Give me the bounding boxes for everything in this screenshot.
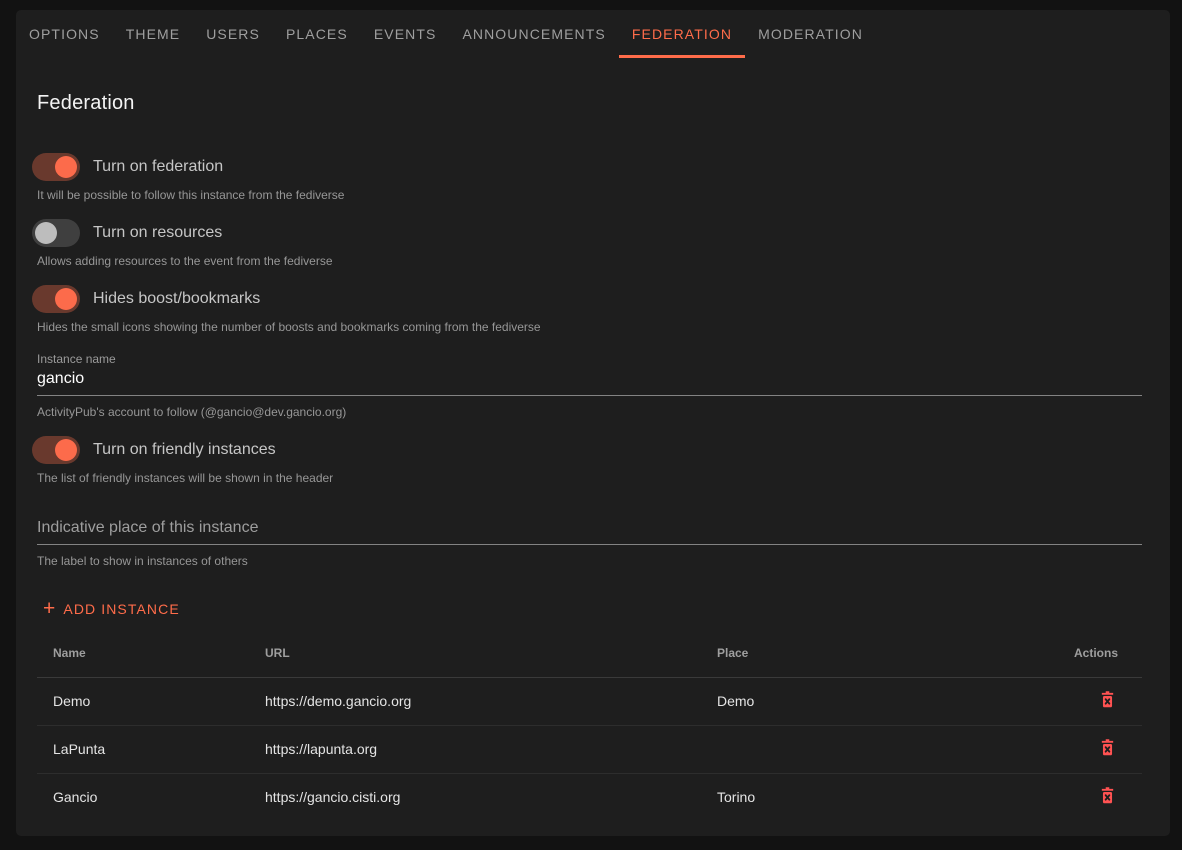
- cell-name: LaPunta: [37, 725, 249, 773]
- tab-users[interactable]: USERS: [193, 10, 273, 58]
- friendly-instances-table: Name URL Place Actions Demo https://demo…: [37, 629, 1142, 821]
- cell-name: Demo: [37, 677, 249, 725]
- tab-theme[interactable]: THEME: [113, 10, 194, 58]
- friendly-instances-toggle[interactable]: [32, 436, 80, 464]
- trash-icon: [1099, 691, 1116, 710]
- cell-place: Torino: [701, 773, 1047, 821]
- tab-events[interactable]: EVENTS: [361, 10, 450, 58]
- tab-options[interactable]: OPTIONS: [16, 10, 113, 58]
- delete-instance-button[interactable]: [1097, 689, 1118, 712]
- setting-label: Turn on federation: [93, 158, 223, 176]
- setting-turn-on-resources: Turn on resources Allows adding resource…: [37, 219, 1142, 269]
- setting-turn-on-federation: Turn on federation It will be possible t…: [37, 153, 1142, 203]
- federation-settings-panel: Federation Turn on federation It will be…: [16, 92, 1170, 836]
- cell-url: https://gancio.cisti.org: [249, 773, 701, 821]
- resources-toggle[interactable]: [32, 219, 80, 247]
- page-title: Federation: [37, 92, 1142, 115]
- add-instance-button[interactable]: ADD INSTANCE: [37, 597, 186, 621]
- instance-place-input[interactable]: [37, 516, 1142, 545]
- trash-icon: [1099, 739, 1116, 758]
- tab-announcements[interactable]: ANNOUNCEMENTS: [449, 10, 618, 58]
- setting-label: Hides boost/bookmarks: [93, 290, 260, 308]
- setting-label: Turn on resources: [93, 224, 222, 242]
- column-header-name: Name: [37, 629, 249, 677]
- delete-instance-button[interactable]: [1097, 785, 1118, 808]
- column-header-actions: Actions: [1047, 629, 1142, 677]
- setting-hint: Allows adding resources to the event fro…: [37, 253, 1142, 269]
- table-row: LaPunta https://lapunta.org: [37, 725, 1142, 773]
- cell-place: [701, 725, 1047, 773]
- table-row: Demo https://demo.gancio.org Demo: [37, 677, 1142, 725]
- tab-moderation[interactable]: MODERATION: [745, 10, 876, 58]
- tab-places[interactable]: PLACES: [273, 10, 361, 58]
- admin-panel-card: OPTIONS THEME USERS PLACES EVENTS ANNOUN…: [16, 10, 1170, 836]
- instance-name-hint: ActivityPub's account to follow (@gancio…: [37, 404, 1142, 420]
- instance-place-hint: The label to show in instances of others: [37, 553, 1142, 569]
- table-header-row: Name URL Place Actions: [37, 629, 1142, 677]
- toggle-thumb: [35, 222, 57, 244]
- cell-url: https://lapunta.org: [249, 725, 701, 773]
- cell-url: https://demo.gancio.org: [249, 677, 701, 725]
- column-header-url: URL: [249, 629, 701, 677]
- add-instance-label: ADD INSTANCE: [63, 601, 179, 617]
- setting-friendly-instances: Turn on friendly instances The list of f…: [37, 436, 1142, 486]
- hide-boost-toggle[interactable]: [32, 285, 80, 313]
- table-row: Gancio https://gancio.cisti.org Torino: [37, 773, 1142, 821]
- plus-icon: [43, 602, 56, 616]
- delete-instance-button[interactable]: [1097, 737, 1118, 760]
- toggle-thumb: [55, 156, 77, 178]
- tab-federation[interactable]: FEDERATION: [619, 10, 745, 58]
- cell-place: Demo: [701, 677, 1047, 725]
- instance-name-label: Instance name: [37, 351, 1142, 367]
- trash-icon: [1099, 787, 1116, 806]
- cell-name: Gancio: [37, 773, 249, 821]
- setting-hint: It will be possible to follow this insta…: [37, 187, 1142, 203]
- setting-hides-boost-bookmarks: Hides boost/bookmarks Hides the small ic…: [37, 285, 1142, 335]
- setting-hint: Hides the small icons showing the number…: [37, 319, 1142, 335]
- admin-tab-bar: OPTIONS THEME USERS PLACES EVENTS ANNOUN…: [16, 10, 1170, 58]
- instance-place-field: The label to show in instances of others: [37, 516, 1142, 569]
- federation-toggle[interactable]: [32, 153, 80, 181]
- instance-name-input[interactable]: [37, 367, 1142, 396]
- toggle-thumb: [55, 439, 77, 461]
- setting-label: Turn on friendly instances: [93, 441, 276, 459]
- toggle-thumb: [55, 288, 77, 310]
- setting-hint: The list of friendly instances will be s…: [37, 470, 1142, 486]
- column-header-place: Place: [701, 629, 1047, 677]
- instance-name-field: Instance name ActivityPub's account to f…: [37, 351, 1142, 420]
